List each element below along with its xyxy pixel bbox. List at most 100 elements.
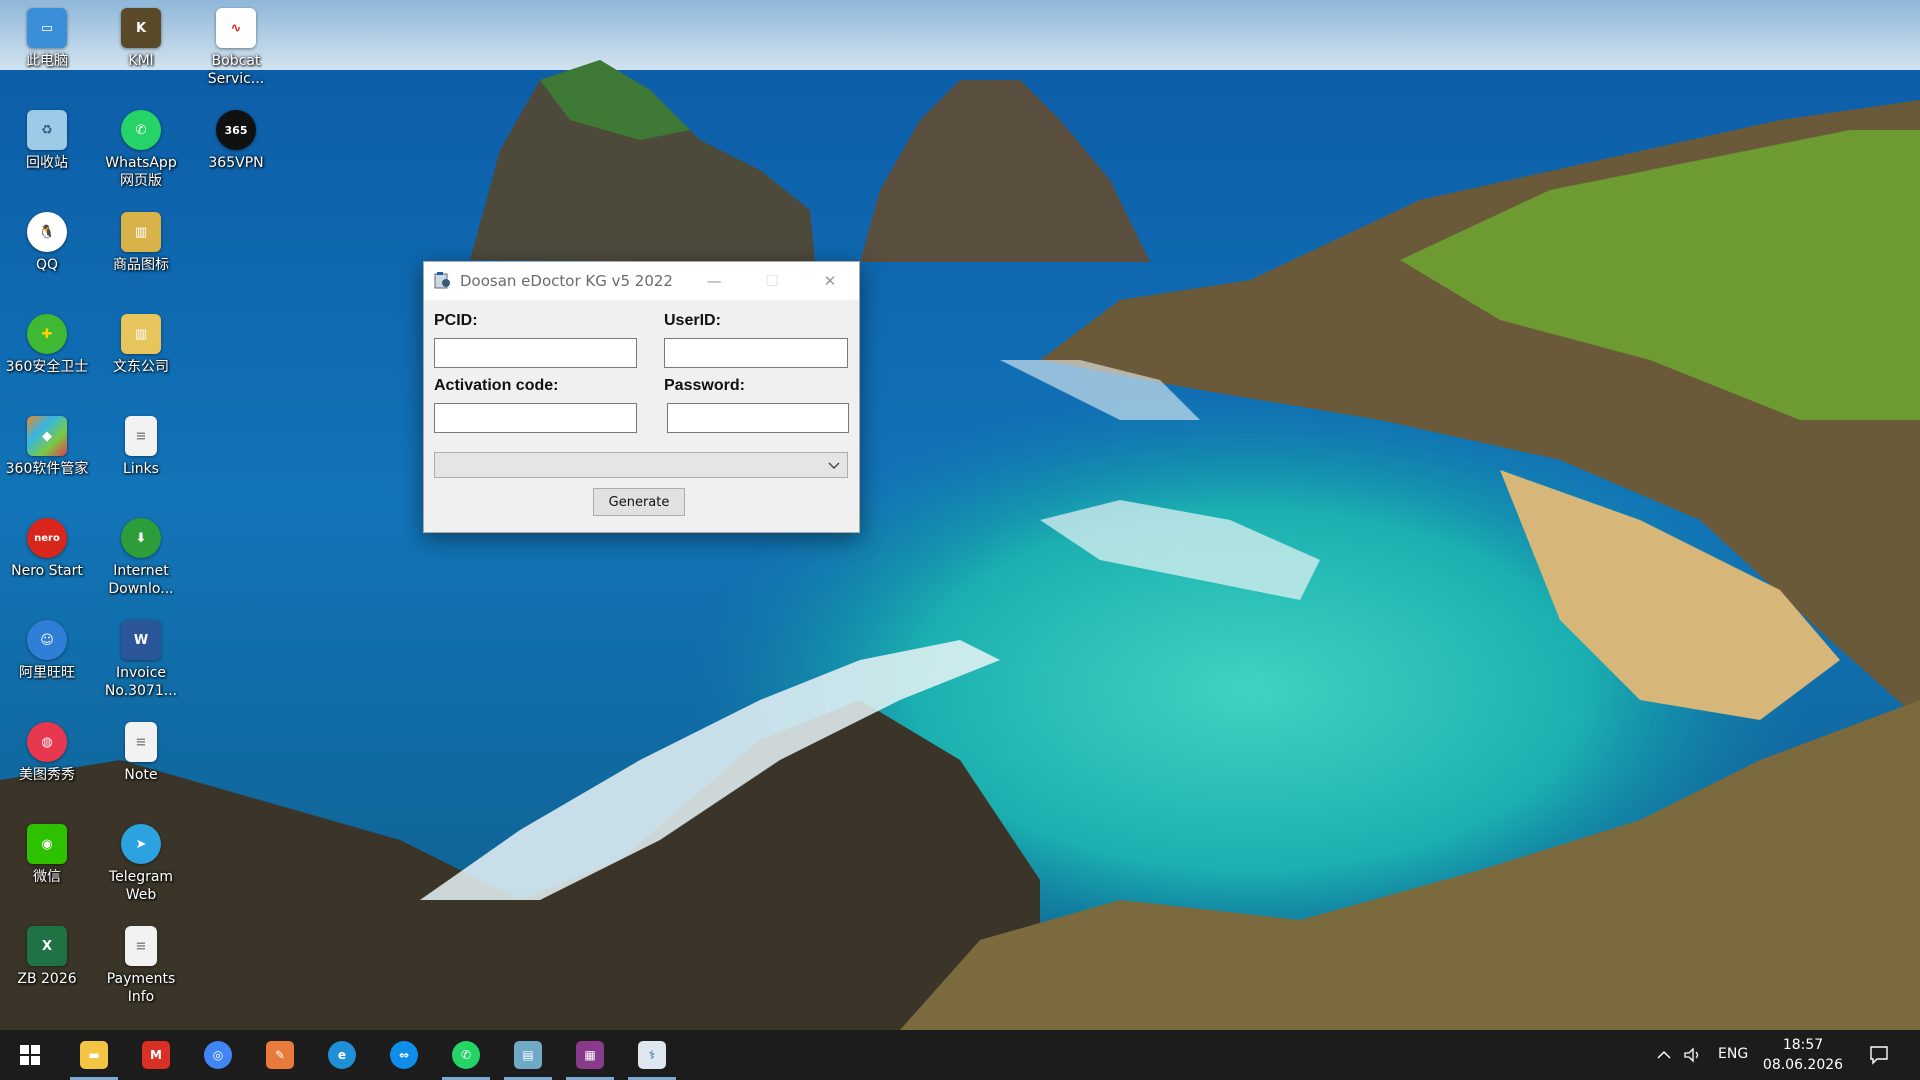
taskbar-app-button[interactable]: ✎ bbox=[252, 1030, 308, 1080]
kml-icon: K bbox=[121, 8, 161, 48]
meitu-icon: ◍ bbox=[27, 722, 67, 762]
windows-logo-icon bbox=[20, 1045, 40, 1065]
edoctor-kg-window: Doosan eDoctor KG v5 2022 — ☐ ✕ PCID: Us… bbox=[423, 261, 860, 533]
document-icon: ≡ bbox=[125, 722, 157, 762]
volume-icon[interactable] bbox=[1683, 1045, 1703, 1065]
folder-zip-icon: ▥ bbox=[121, 212, 161, 252]
generate-button[interactable]: Generate bbox=[593, 488, 685, 516]
desktop-icon-kml[interactable]: K KMl bbox=[95, 8, 187, 70]
bobcat-icon: ∿ bbox=[216, 8, 256, 48]
desktop-icon-label: 文东公司 bbox=[113, 359, 169, 375]
app-manager-icon: ◆ bbox=[27, 416, 67, 456]
desktop-icon-label: Payments Info bbox=[106, 971, 176, 1005]
userid-label: UserID: bbox=[664, 312, 721, 329]
desktop-icon-telegram-web[interactable]: ➤ Telegram Web bbox=[95, 824, 187, 904]
userid-input[interactable] bbox=[664, 338, 848, 368]
desktop-icon-label: 365VPN bbox=[208, 155, 264, 171]
desktop-icon-label: WhatsApp 网页版 bbox=[105, 155, 177, 189]
desktop-icon-label: 微信 bbox=[33, 869, 61, 885]
desktop-icon-internet-download-manager[interactable]: ⬇ Internet Downlo... bbox=[95, 518, 187, 598]
whatsapp-icon: ✆ bbox=[452, 1041, 480, 1069]
activation-code-input[interactable] bbox=[434, 403, 637, 433]
file-explorer-icon: ▬ bbox=[80, 1041, 108, 1069]
wechat-icon: ◉ bbox=[27, 824, 67, 864]
desktop-icon-wechat[interactable]: ◉ 微信 bbox=[1, 824, 93, 886]
desktop-icon-label: ZB 2026 bbox=[17, 971, 77, 987]
password-label: Password: bbox=[664, 377, 745, 394]
language-indicator[interactable]: ENG bbox=[1718, 1046, 1748, 1062]
desktop-icon-this-pc[interactable]: ▭ 此电脑 bbox=[1, 8, 93, 70]
folder-zip-icon: ▥ bbox=[121, 314, 161, 354]
notepad-icon: ▤ bbox=[514, 1041, 542, 1069]
taskbar-app-button[interactable]: ▬ bbox=[66, 1030, 122, 1080]
desktop-icon-wendong-company[interactable]: ▥ 文东公司 bbox=[95, 314, 187, 376]
desktop-wallpaper bbox=[0, 0, 1920, 1030]
document-icon: ≡ bbox=[125, 416, 157, 456]
chat-bubble-icon: ☺ bbox=[27, 620, 67, 660]
taskbar-app-button[interactable]: M bbox=[128, 1030, 184, 1080]
desktop-icon-label: 商品图标 bbox=[113, 257, 169, 273]
desktop-icon-zb-2026[interactable]: X ZB 2026 bbox=[1, 926, 93, 988]
pcid-label: PCID: bbox=[434, 312, 478, 329]
taskbar-app-button[interactable]: ✆ bbox=[438, 1030, 494, 1080]
gmail-icon: M bbox=[142, 1041, 170, 1069]
vpn-icon: 365 bbox=[216, 110, 256, 150]
desktop-icon-aliwangwang[interactable]: ☺ 阿里旺旺 bbox=[1, 620, 93, 682]
shield-icon: ✚ bbox=[27, 314, 67, 354]
document-icon: ≡ bbox=[125, 926, 157, 966]
computer-icon: ▭ bbox=[27, 8, 67, 48]
chrome-icon: ◎ bbox=[204, 1041, 232, 1069]
excel-icon: X bbox=[27, 926, 67, 966]
edoctor-icon: ⚕ bbox=[638, 1041, 666, 1069]
desktop-icon-nero-start[interactable]: nero Nero Start bbox=[1, 518, 93, 580]
edge-icon: e bbox=[328, 1041, 356, 1069]
telegram-icon: ➤ bbox=[121, 824, 161, 864]
desktop-icon-recycle-bin[interactable]: ♻ 回收站 bbox=[1, 110, 93, 172]
desktop-icon-whatsapp[interactable]: ✆ WhatsApp 网页版 bbox=[95, 110, 187, 190]
desktop-icon-label: Nero Start bbox=[11, 563, 83, 579]
desktop-icon-label: 回收站 bbox=[26, 155, 68, 171]
system-clock[interactable]: 18:57 08.06.2026 bbox=[1758, 1035, 1848, 1075]
taskbar-app-button[interactable]: ▤ bbox=[500, 1030, 556, 1080]
desktop-icon-meitu[interactable]: ◍ 美图秀秀 bbox=[1, 722, 93, 784]
desktop-icon-label: Invoice No.3071... bbox=[104, 665, 178, 699]
paint-icon: ✎ bbox=[266, 1041, 294, 1069]
chevron-down-icon bbox=[828, 462, 840, 469]
taskbar-app-button[interactable]: ▦ bbox=[562, 1030, 618, 1080]
desktop-icon-360-software-manager[interactable]: ◆ 360软件管家 bbox=[1, 416, 93, 478]
pcid-input[interactable] bbox=[434, 338, 637, 368]
globe-download-icon: ⬇ bbox=[121, 518, 161, 558]
desktop-icon-label: 360软件管家 bbox=[5, 461, 89, 477]
taskbar-app-button[interactable]: ⚕ bbox=[624, 1030, 680, 1080]
desktop-icon-links[interactable]: ≡ Links bbox=[95, 416, 187, 478]
taskbar-app-button[interactable]: e bbox=[314, 1030, 370, 1080]
model-dropdown[interactable] bbox=[434, 452, 848, 478]
taskbar-app-button[interactable]: ◎ bbox=[190, 1030, 246, 1080]
desktop-icon-360-security[interactable]: ✚ 360安全卫士 bbox=[1, 314, 93, 376]
desktop-icon-label: 美图秀秀 bbox=[19, 767, 75, 783]
desktop-icon-label: Links bbox=[123, 461, 159, 477]
notification-icon[interactable] bbox=[1868, 1044, 1890, 1066]
nero-icon: nero bbox=[27, 518, 67, 558]
password-input[interactable] bbox=[667, 403, 849, 433]
desktop-icon-label: 阿里旺旺 bbox=[19, 665, 75, 681]
taskbar: ▬ M ◎ ✎ e ⇔ ✆ ▤ ▦ ⚕ ENG 18:57 08.06.2026 bbox=[0, 1030, 1920, 1080]
desktop-icon-365vpn[interactable]: 365 365VPN bbox=[190, 110, 282, 172]
desktop-icon-payments-info[interactable]: ≡ Payments Info bbox=[95, 926, 187, 1006]
desktop-icon-qq[interactable]: 🐧 QQ bbox=[1, 212, 93, 274]
desktop-icon-label: Internet Downlo... bbox=[108, 563, 174, 597]
desktop-icon-note[interactable]: ≡ Note bbox=[95, 722, 187, 784]
desktop-icon-label: KMl bbox=[128, 53, 154, 69]
start-button[interactable] bbox=[2, 1030, 58, 1080]
desktop-icon-invoice[interactable]: W Invoice No.3071... bbox=[95, 620, 187, 700]
activation-code-label: Activation code: bbox=[434, 377, 559, 394]
teamviewer-icon: ⇔ bbox=[390, 1041, 418, 1069]
whatsapp-icon: ✆ bbox=[121, 110, 161, 150]
taskbar-app-button[interactable]: ⇔ bbox=[376, 1030, 432, 1080]
desktop-icon-bobcat[interactable]: ∿ Bobcat Servic... bbox=[190, 8, 282, 88]
chevron-up-icon[interactable] bbox=[1656, 1047, 1672, 1063]
qq-icon: 🐧 bbox=[27, 212, 67, 252]
word-document-icon: W bbox=[121, 620, 161, 660]
recycle-bin-icon: ♻ bbox=[27, 110, 67, 150]
desktop-icon-product-icons[interactable]: ▥ 商品图标 bbox=[95, 212, 187, 274]
